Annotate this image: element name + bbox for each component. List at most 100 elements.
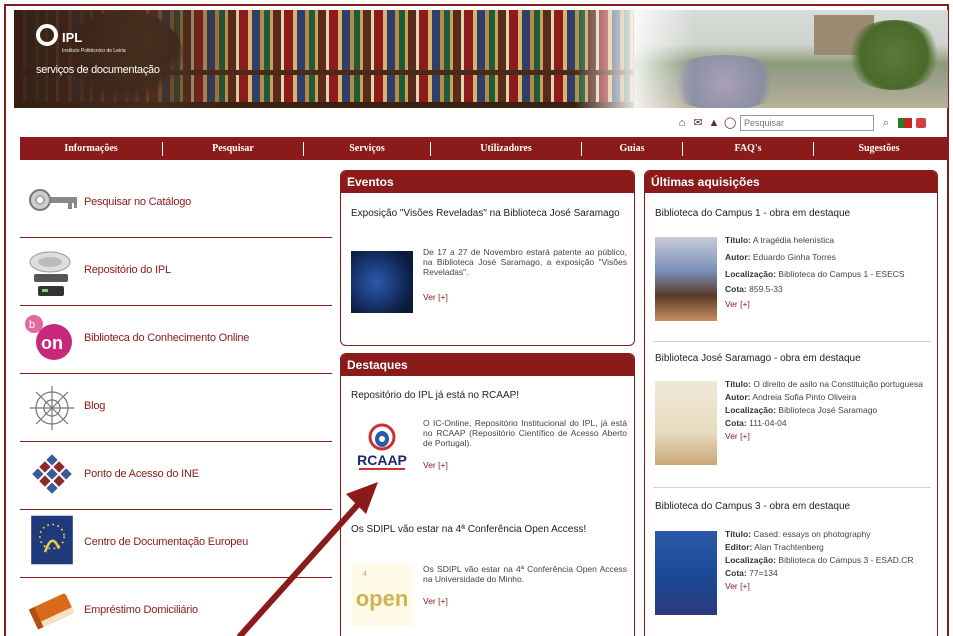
b-on-icon: b on <box>25 315 72 360</box>
destaque-2-text: Os SDIPL vão estar na 4ª Conferência Ope… <box>423 564 627 584</box>
link-cde[interactable]: Centro de Documentação Europeu <box>20 510 332 578</box>
banner-fade <box>574 10 694 108</box>
book-icon <box>28 593 75 630</box>
rcaap-logo[interactable]: RCAAP <box>351 417 413 479</box>
mail-icon[interactable]: ✉ <box>692 117 704 129</box>
aquisicao-3-title[interactable]: Biblioteca do Campus 3 - obra em destaqu… <box>655 501 935 513</box>
link-blog[interactable]: Blog <box>20 374 332 442</box>
meta-label: Localização: <box>725 269 777 279</box>
link-label: Repositório do IPL <box>84 264 171 276</box>
language-flag-icon[interactable] <box>916 118 926 128</box>
meta-label: Cota: <box>725 568 747 578</box>
rcaap-icon: RCAAP <box>357 423 407 470</box>
open-logo-text: open <box>356 586 409 611</box>
meta-cota: 859.5-33 <box>749 284 783 294</box>
meta-label: Localização: <box>725 555 777 565</box>
destaque-2-more-link[interactable]: Ver [+] <box>423 596 448 606</box>
link-label: Biblioteca do Conhecimento Online <box>84 332 250 344</box>
ine-icon <box>32 454 72 494</box>
search-input[interactable] <box>740 115 874 131</box>
logo-text: IPL <box>62 30 83 45</box>
nav-guias[interactable]: Guias <box>582 137 682 160</box>
banner-tree <box>844 20 944 90</box>
nav-pesquisar[interactable]: Pesquisar <box>163 137 303 160</box>
logo-subtitle: serviços de documentação <box>36 64 160 76</box>
home-icon[interactable]: ⌂ <box>676 117 688 129</box>
meta-localizacao: Biblioteca José Saramago <box>778 405 878 415</box>
meta-titulo: O direito de asilo na Constituição portu… <box>753 379 923 389</box>
link-label: Blog <box>84 400 106 412</box>
meta-label: Autor: <box>725 392 751 402</box>
meta-label: Localização: <box>725 405 777 415</box>
link-b-on[interactable]: b on Biblioteca do Conhecimento Online <box>20 306 332 374</box>
meta-label: Autor: <box>725 252 751 262</box>
destaque-2-title[interactable]: Os SDIPL vão estar na 4ª Conferência Ope… <box>351 524 611 536</box>
nav-utilizadores[interactable]: Utilizadores <box>431 137 581 160</box>
destaque-1-more-link[interactable]: Ver [+] <box>423 460 448 470</box>
logo-small-text: Instituto Politécnico de Leiria <box>62 48 126 54</box>
meta-localizacao: Biblioteca do Campus 3 - ESAD.CR <box>778 555 914 565</box>
destaque-1-text: O IC-Online, Repositório Institucional d… <box>423 418 627 448</box>
meta-label: Título: <box>725 235 751 245</box>
destaques-panel: Destaques Repositório do IPL já está no … <box>340 353 635 636</box>
header-banner: IPL Instituto Politécnico de Leiria serv… <box>14 10 948 108</box>
aquisicoes-panel: Últimas aquisições Biblioteca do Campus … <box>644 170 938 636</box>
aquisicao-1-cover[interactable] <box>655 237 717 321</box>
accessibility-icon[interactable]: ◯ <box>724 117 736 129</box>
eventos-panel: Eventos Exposição "Visões Reveladas" na … <box>340 170 635 346</box>
aquisicao-2-cover[interactable] <box>655 381 717 465</box>
meta-autor: Alan Trachtenberg <box>754 542 824 552</box>
eu-icon <box>31 515 73 565</box>
evento-title[interactable]: Exposição "Visões Reveladas" na Bibliote… <box>351 208 631 220</box>
destaques-heading: Destaques <box>341 354 634 376</box>
search-icon[interactable]: ⌕ <box>878 117 894 130</box>
link-repositorio-ipl[interactable]: Repositório do IPL <box>20 238 332 306</box>
aquisicao-1-more-link[interactable]: Ver [+] <box>725 299 931 310</box>
aquisicao-3-meta: Título: Cased: essays on photography Edi… <box>725 529 931 592</box>
divider <box>653 487 931 488</box>
meta-titulo: Cased: essays on photography <box>753 529 871 539</box>
blog-icon <box>30 386 74 430</box>
meta-label: Cota: <box>725 284 747 294</box>
meta-autor: Andreia Sofia Pinto Oliveira <box>752 392 857 402</box>
meta-titulo: A tragédia helenística <box>752 235 835 245</box>
aquisicao-3-more-link[interactable]: Ver [+] <box>725 581 931 592</box>
divider <box>653 341 931 342</box>
logo-circle-icon <box>36 24 58 46</box>
link-label: Pesquisar no Catálogo <box>84 196 192 208</box>
nav-servicos[interactable]: Serviços <box>304 137 430 160</box>
aquisicao-2-title[interactable]: Biblioteca José Saramago - obra em desta… <box>655 353 935 365</box>
open-access-logo[interactable]: 4 open <box>351 564 413 626</box>
nav-faqs[interactable]: FAQ's <box>683 137 813 160</box>
link-label: Empréstimo Domiciliário <box>84 604 198 616</box>
server-icon <box>29 251 71 296</box>
aquisicao-2-more-link[interactable]: Ver [+] <box>725 431 931 442</box>
link-label: Ponto de Acesso do INE <box>84 468 199 480</box>
meta-label: Cota: <box>725 418 747 428</box>
meta-cota: 111-04-04 <box>749 418 787 428</box>
evento-more-link[interactable]: Ver [+] <box>423 292 448 302</box>
sitemap-icon[interactable]: ▲ <box>708 117 720 129</box>
key-icon <box>29 189 77 211</box>
meta-label: Editor: <box>725 542 753 552</box>
rcaap-logo-text: RCAAP <box>357 452 407 468</box>
svg-text:4: 4 <box>363 571 367 578</box>
evento-thumbnail[interactable] <box>351 251 413 313</box>
nav-sugestoes[interactable]: Sugestões <box>814 137 944 160</box>
toolbar: ⌂ ✉ ▲ ◯ ⌕ <box>676 114 926 132</box>
aquisicoes-heading: Últimas aquisições <box>645 171 937 193</box>
meta-localizacao: Biblioteca do Campus 1 - ESECS <box>778 269 905 279</box>
open-access-icon: 4 open <box>356 571 409 611</box>
aquisicao-1-title[interactable]: Biblioteca do Campus 1 - obra em destaqu… <box>655 208 935 220</box>
nav-informacoes[interactable]: Informações <box>20 137 162 160</box>
aquisicao-3-cover[interactable] <box>655 531 717 615</box>
link-ine[interactable]: Ponto de Acesso do INE <box>20 442 332 510</box>
aquisicao-2-meta: Título: O direito de asilo na Constituiç… <box>725 379 931 442</box>
main-nav: Informações Pesquisar Serviços Utilizado… <box>20 137 948 160</box>
aquisicao-1-meta: Título: A tragédia helenística Autor: Ed… <box>725 235 931 310</box>
link-emprestimo[interactable]: Empréstimo Domiciliário <box>20 578 332 636</box>
meta-autor: Eduardo Ginha Torres <box>752 252 836 262</box>
destaque-1-title[interactable]: Repositório do IPL já está no RCAAP! <box>351 390 631 402</box>
link-pesquisar-catalogo[interactable]: Pesquisar no Catálogo <box>20 170 332 238</box>
portugal-flag-icon[interactable] <box>898 118 912 128</box>
